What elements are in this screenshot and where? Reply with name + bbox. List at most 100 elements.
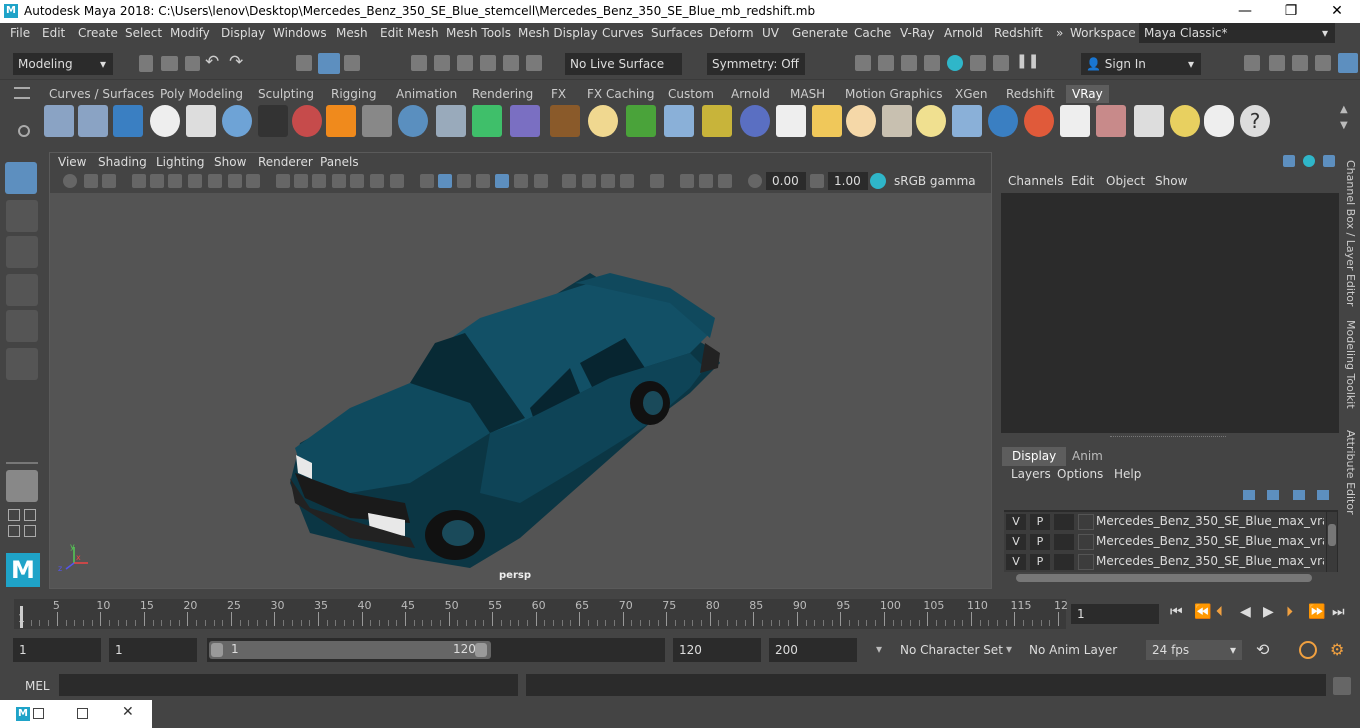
viewport-menu-view[interactable]: View <box>58 155 86 169</box>
vray-dome-icon[interactable] <box>588 105 618 137</box>
menu-vray[interactable]: V-Ray <box>900 26 934 40</box>
layer-menu-options[interactable]: Options <box>1057 467 1103 481</box>
hud-icon[interactable] <box>620 174 634 188</box>
exposure-field[interactable]: 0.00 <box>766 172 806 190</box>
menu-overflow-icon[interactable]: » <box>1056 26 1063 40</box>
save-scene-icon[interactable] <box>185 56 200 71</box>
shadows-icon[interactable] <box>390 174 404 188</box>
gamma-icon[interactable] <box>810 174 824 188</box>
vray-settings-icon[interactable] <box>186 105 216 137</box>
channel-box-icon[interactable] <box>1283 155 1295 167</box>
auto-key-icon[interactable] <box>1299 641 1317 659</box>
depth-of-field-icon[interactable] <box>582 174 596 188</box>
two-d-pan-zoom-icon[interactable] <box>680 174 694 188</box>
minimize-button[interactable]: — <box>1222 0 1268 23</box>
chevron-down-icon[interactable]: ▾ <box>876 642 882 656</box>
film-gate-icon[interactable] <box>132 174 146 188</box>
viewport-menu-panels[interactable]: Panels <box>320 155 359 169</box>
tab-fx[interactable]: FX <box>551 85 566 103</box>
live-surface-field[interactable]: No Live Surface <box>565 53 682 75</box>
panel-splitter[interactable] <box>1110 436 1226 439</box>
shelf-scroll-up-icon[interactable]: ▲ <box>1340 104 1348 115</box>
tab-curves-surfaces[interactable]: Curves / Surfaces <box>49 85 154 103</box>
grease-pencil-icon[interactable] <box>699 174 713 188</box>
vray-bulb-icon[interactable] <box>1170 105 1200 137</box>
tab-sculpting[interactable]: Sculpting <box>258 85 314 103</box>
lights-icon[interactable] <box>370 174 384 188</box>
field-chart-icon[interactable] <box>208 174 222 188</box>
motion-blur-icon[interactable] <box>534 174 548 188</box>
tab-rendering[interactable]: Rendering <box>472 85 533 103</box>
help-icon[interactable]: ? <box>1240 105 1270 137</box>
vray-camera-icon[interactable] <box>258 105 288 137</box>
anim-layer-dropdown[interactable]: No Anim Layer <box>1023 638 1131 662</box>
move-tool-icon[interactable] <box>6 274 38 306</box>
vray-material-icon[interactable] <box>222 105 252 137</box>
layer-row[interactable]: V P Mercedes_Benz_350_SE_Blue_max_vray_l… <box>1004 552 1326 572</box>
tab-poly-modeling[interactable]: Poly Modeling <box>160 85 243 103</box>
vray-fur-icon[interactable] <box>626 105 656 137</box>
xray-joints-icon[interactable] <box>457 174 471 188</box>
range-slider-handle[interactable]: 1 120 <box>209 641 491 659</box>
snap-point-icon[interactable] <box>457 55 473 71</box>
channel-box-toggle-icon[interactable] <box>1338 53 1358 73</box>
camera-bookmark-icon[interactable] <box>84 174 98 188</box>
vray-sphere-icon[interactable] <box>398 105 428 137</box>
layer-list-hscrollbar[interactable] <box>1016 574 1312 582</box>
range-slider-end-grip[interactable] <box>475 643 487 657</box>
move-layer-down-icon[interactable] <box>1267 490 1279 500</box>
vray-sphere-fade-icon[interactable] <box>740 105 770 137</box>
layer-playback-toggle[interactable]: P <box>1030 554 1050 570</box>
vray-checker-icon[interactable] <box>1060 105 1090 137</box>
mode-dropdown[interactable]: Modeling ▾ <box>13 53 113 75</box>
isolate-select-icon[interactable] <box>420 174 434 188</box>
tool-settings-icon[interactable] <box>1292 55 1308 71</box>
light-editor-icon[interactable] <box>993 55 1009 71</box>
viewport-menu-renderer[interactable]: Renderer <box>258 155 313 169</box>
tab-mash[interactable]: MASH <box>790 85 825 103</box>
smooth-shade-icon[interactable] <box>312 174 326 188</box>
layer-visibility-toggle[interactable]: V <box>1006 534 1026 550</box>
snap-live-icon[interactable] <box>503 55 519 71</box>
gate-mask-icon[interactable] <box>168 174 182 188</box>
color-space-label[interactable]: sRGB gamma <box>888 172 988 190</box>
go-to-start-icon[interactable]: ⏮ <box>1170 604 1183 620</box>
menu-mesh-display[interactable]: Mesh Display <box>518 26 598 40</box>
menu-create[interactable]: Create <box>78 26 118 40</box>
multisample-aa-icon[interactable] <box>562 174 576 188</box>
menu-cache[interactable]: Cache <box>854 26 891 40</box>
layer-display-type-toggle[interactable] <box>1054 514 1074 530</box>
persp-outliner-layout-icon[interactable] <box>8 525 20 537</box>
layer-playback-toggle[interactable]: P <box>1030 514 1050 530</box>
render-settings-icon[interactable] <box>924 55 940 71</box>
snap-extra-icon[interactable] <box>526 55 542 71</box>
menu-curves[interactable]: Curves <box>602 26 644 40</box>
new-scene-icon[interactable] <box>139 55 153 72</box>
pause-icon[interactable]: ❚❚ <box>1016 53 1039 69</box>
single-view-layout-icon[interactable] <box>6 470 38 502</box>
shelf-scroll-down-icon[interactable]: ▼ <box>1340 120 1348 131</box>
vray-multi-material-icon[interactable] <box>292 105 322 137</box>
vray-plane-icon[interactable] <box>362 105 392 137</box>
layer-menu-help[interactable]: Help <box>1114 467 1141 481</box>
shelf-settings-icon[interactable] <box>18 125 30 137</box>
maximize-icon[interactable] <box>77 708 88 719</box>
layer-color-swatch[interactable] <box>1078 534 1094 550</box>
script-editor-icon[interactable] <box>1333 677 1351 695</box>
layer-color-swatch[interactable] <box>1078 514 1094 530</box>
vray-sun-icon[interactable] <box>846 105 876 137</box>
vray-proxy-icon[interactable] <box>510 105 540 137</box>
layer-color-swatch[interactable] <box>1078 554 1094 570</box>
vray-spline-icon[interactable] <box>702 105 732 137</box>
wireframe-on-shaded-icon[interactable] <box>332 174 346 188</box>
attribute-editor-icon[interactable] <box>1269 55 1285 71</box>
animation-end-field[interactable]: 200 <box>769 638 857 662</box>
ipr-render-icon[interactable] <box>901 55 917 71</box>
symmetry-dropdown[interactable]: Symmetry: Off <box>707 53 805 75</box>
sign-in-dropdown[interactable]: 👤 Sign In ▾ <box>1081 53 1201 75</box>
new-layer-selected-icon[interactable] <box>1317 490 1329 500</box>
tab-redshift[interactable]: Redshift <box>1006 85 1055 103</box>
exposure-icon[interactable] <box>748 174 762 188</box>
layer-visibility-toggle[interactable]: V <box>1006 514 1026 530</box>
tab-custom[interactable]: Custom <box>668 85 714 103</box>
